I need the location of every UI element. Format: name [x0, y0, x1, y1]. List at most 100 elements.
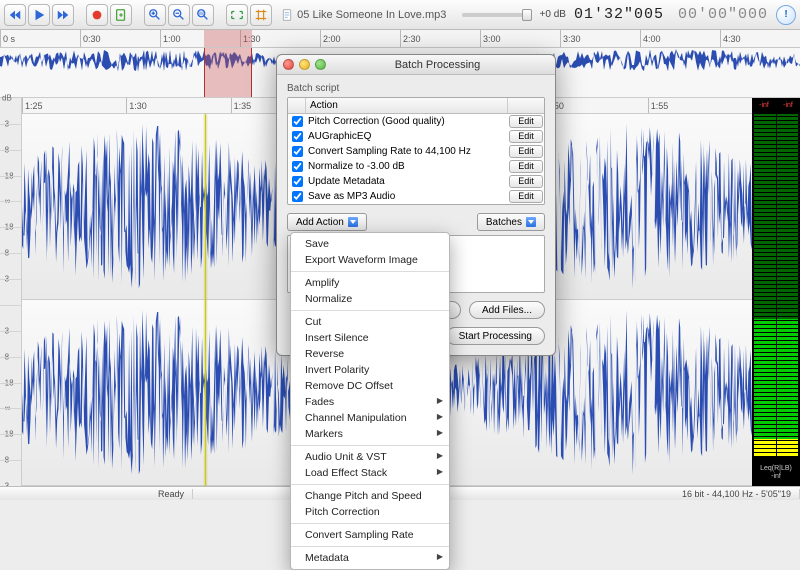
file-name: 05 Like Someone In Love.mp3 — [297, 9, 446, 21]
edit-button[interactable]: Edit — [509, 115, 543, 128]
play-button[interactable] — [28, 4, 50, 26]
ruler-tick: 3:00 — [480, 30, 501, 47]
action-label: Save as MP3 Audio — [306, 191, 509, 202]
minimize-icon[interactable] — [299, 59, 310, 70]
script-row[interactable]: Normalize to -3.00 dBEdit — [288, 159, 544, 174]
main-toolbar: 05 Like Someone In Love.mp3 +0 dB 01'32"… — [0, 0, 800, 30]
add-action-label: Add Action — [296, 217, 344, 228]
ruler-tick: 1:25 — [22, 98, 43, 113]
script-row[interactable]: Save as MP3 AudioEdit — [288, 189, 544, 204]
db-mark: dB — [2, 94, 12, 103]
menu-item[interactable]: Load Effect Stack — [291, 465, 449, 481]
action-checkbox[interactable] — [292, 161, 303, 172]
add-action-menu: SaveExport Waveform Image AmplifyNormaliz… — [290, 232, 450, 570]
edit-button[interactable]: Edit — [509, 145, 543, 158]
menu-separator — [291, 546, 449, 547]
ruler-tick: 2:30 — [400, 30, 421, 47]
script-row[interactable]: Convert Sampling Rate to 44,100 HzEdit — [288, 144, 544, 159]
menu-item[interactable]: Markers — [291, 426, 449, 442]
meter-foot-value: -inf — [771, 473, 781, 480]
rewind-button[interactable] — [4, 4, 26, 26]
batches-label: Batches — [486, 217, 522, 228]
menu-item[interactable]: Save — [291, 236, 449, 252]
menu-item[interactable]: Normalize — [291, 291, 449, 307]
new-doc-button[interactable] — [110, 4, 132, 26]
ruler-tick: 4:00 — [640, 30, 661, 47]
script-list: Action Pitch Correction (Good quality)Ed… — [287, 97, 545, 205]
zoom-sel-button[interactable] — [192, 4, 214, 26]
level-meters: -inf -inf Leq(R|LB) -inf — [752, 98, 800, 486]
action-checkbox[interactable] — [292, 176, 303, 187]
menu-item[interactable]: Insert Silence — [291, 330, 449, 346]
record-button[interactable] — [86, 4, 108, 26]
menu-item[interactable]: Amplify — [291, 275, 449, 291]
menu-item[interactable]: Remove DC Offset — [291, 378, 449, 394]
db-scale: dB-3-8-18-∞-18-8-3-3-8-18-∞-18-8-3 — [0, 98, 22, 486]
action-checkbox[interactable] — [292, 131, 303, 142]
action-label: AUGraphicEQ — [306, 131, 509, 142]
gain-slider[interactable] — [462, 13, 532, 17]
menu-item[interactable]: Fades — [291, 394, 449, 410]
menu-item[interactable]: Audio Unit & VST — [291, 449, 449, 465]
action-label: Convert Sampling Rate to 44,100 Hz — [306, 146, 509, 157]
menu-item[interactable]: Metadata — [291, 550, 449, 566]
ruler-tick: 0 s — [0, 30, 15, 47]
fastfwd-button[interactable] — [52, 4, 74, 26]
add-action-button[interactable]: Add Action — [287, 213, 367, 231]
doc-icon — [281, 9, 293, 21]
script-row[interactable]: AUGraphicEQEdit — [288, 129, 544, 144]
crop-button[interactable] — [250, 4, 272, 26]
add-files-button[interactable]: Add Files... — [469, 301, 545, 319]
script-row[interactable]: Pitch Correction (Good quality)Edit — [288, 114, 544, 129]
menu-item[interactable]: Invert Polarity — [291, 362, 449, 378]
dialog-titlebar[interactable]: Batch Processing — [277, 55, 555, 75]
start-processing-button[interactable]: Start Processing — [446, 327, 545, 345]
menu-item[interactable]: Export Waveform Image — [291, 252, 449, 268]
menu-separator — [291, 523, 449, 524]
overview-selection[interactable] — [204, 48, 252, 97]
menu-separator — [291, 310, 449, 311]
meter-peak-r: -inf — [783, 102, 793, 109]
batch-script-label: Batch script — [287, 83, 545, 94]
edit-button[interactable]: Edit — [509, 160, 543, 173]
action-checkbox[interactable] — [292, 146, 303, 157]
meter-peak-l: -inf — [759, 102, 769, 109]
menu-item[interactable]: Change Pitch and Speed — [291, 488, 449, 504]
menu-item[interactable]: Pitch Correction — [291, 504, 449, 520]
script-row[interactable]: Update MetadataEdit — [288, 174, 544, 189]
action-checkbox[interactable] — [292, 116, 303, 127]
info-button[interactable]: ! — [776, 5, 796, 25]
menu-separator — [291, 484, 449, 485]
ruler-tick: 1:35 — [231, 98, 252, 113]
menu-item[interactable]: Cut — [291, 314, 449, 330]
ruler-tick: 0:30 — [80, 30, 101, 47]
status-text: Ready — [150, 489, 193, 499]
gain-label: +0 dB — [540, 9, 566, 20]
zoom-in-button[interactable] — [144, 4, 166, 26]
action-label: Normalize to -3.00 dB — [306, 161, 509, 172]
edit-button[interactable]: Edit — [509, 130, 543, 143]
meter-foot-label: Leq(R|LB) — [760, 465, 792, 472]
fit-button[interactable] — [226, 4, 248, 26]
zoom-icon[interactable] — [315, 59, 326, 70]
batches-button[interactable]: Batches — [477, 213, 545, 231]
status-format: 16 bit - 44,100 Hz - 5'05"19 — [674, 489, 800, 499]
timecode-position: 01'32"005 — [568, 6, 670, 23]
ruler-tick: 3:30 — [560, 30, 581, 47]
dialog-title: Batch Processing — [326, 59, 549, 71]
ruler-tick: 1:00 — [160, 30, 181, 47]
ruler-tick: 1:55 — [648, 98, 669, 113]
zoom-out-button[interactable] — [168, 4, 190, 26]
edit-button[interactable]: Edit — [509, 190, 543, 203]
close-icon[interactable] — [283, 59, 294, 70]
menu-item[interactable]: Reverse — [291, 346, 449, 362]
edit-button[interactable]: Edit — [509, 175, 543, 188]
dropdown-icon — [526, 217, 536, 227]
ruler-full[interactable]: 0 s0:301:001:302:002:303:003:304:004:305… — [0, 30, 800, 48]
dropdown-icon — [348, 217, 358, 227]
menu-item[interactable]: Channel Manipulation — [291, 410, 449, 426]
action-label: Pitch Correction (Good quality) — [306, 116, 509, 127]
action-checkbox[interactable] — [292, 191, 303, 202]
playhead[interactable] — [205, 114, 206, 486]
menu-item[interactable]: Convert Sampling Rate — [291, 527, 449, 543]
